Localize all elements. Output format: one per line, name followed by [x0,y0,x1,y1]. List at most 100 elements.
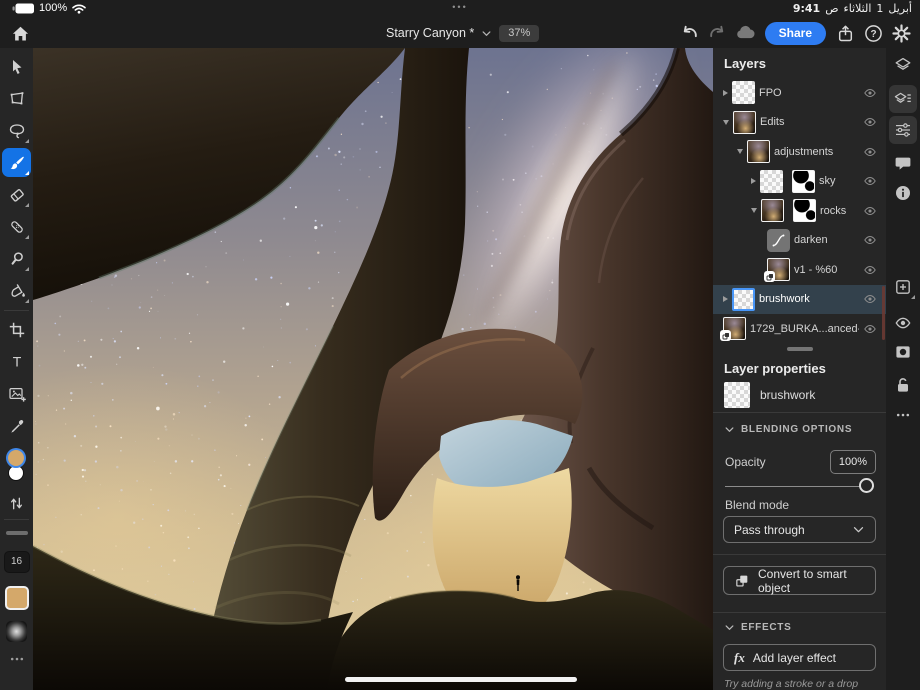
layer-visibility-toggle[interactable] [863,115,877,129]
layer-row[interactable]: rocks [713,196,886,226]
layer-mask-icon[interactable] [889,338,917,366]
layer-visibility-toggle[interactable] [863,263,877,277]
settings-button[interactable] [889,21,914,45]
lock-icon[interactable] [889,371,917,399]
opacity-slider[interactable] [725,478,874,494]
layer-visibility-toggle[interactable] [863,204,877,218]
layers-view-icon[interactable] [889,51,917,79]
info-icon[interactable] [889,179,917,207]
panel-drag-handle[interactable] [786,347,813,351]
disclosure-triangle[interactable] [723,119,729,125]
move-tool[interactable] [0,51,33,83]
document-header[interactable]: Starry Canyon * 37% [386,21,540,45]
canvas-image[interactable] [33,48,713,690]
disclosure-triangle[interactable] [723,89,728,96]
document-title[interactable]: Starry Canyon * [386,26,474,40]
layer-visibility-toggle[interactable] [863,322,877,336]
background-color-swatch[interactable] [8,465,24,481]
layer-row[interactable]: sky [713,167,886,197]
layer-row[interactable]: v1 - %60 [713,255,886,285]
more-options-icon[interactable] [889,401,917,429]
layer-thumbnail[interactable] [747,140,770,164]
layer-thumbnail[interactable] [761,199,784,223]
disclosure-triangle[interactable] [751,178,756,185]
scrollbar[interactable] [882,286,885,340]
foreground-color-swatch[interactable] [8,450,24,466]
layer-thumbnail[interactable] [733,110,756,134]
opacity-value[interactable]: 100% [830,450,876,474]
layer-thumbnail[interactable] [732,81,755,105]
brush-tool[interactable] [0,147,33,179]
layer-thumbnail[interactable] [764,258,790,283]
slider-knob[interactable] [859,478,874,493]
layer-visibility-toggle[interactable] [863,292,877,306]
disclosure-triangle[interactable] [737,149,743,155]
slider-track[interactable] [725,485,874,487]
home-indicator[interactable] [345,677,577,682]
layer-thumbnail[interactable] [720,317,746,342]
canvas-area[interactable] [33,48,713,690]
layer-name[interactable]: 1729_BURKA...anced-NR33 [750,323,859,335]
zoom-level-badge[interactable]: 37% [499,24,540,42]
layer-name[interactable]: Edits [760,116,859,128]
properties-view-icon[interactable] [889,116,917,144]
place-photo-tool[interactable] [0,378,33,410]
help-button[interactable]: ? [861,21,886,45]
disclosure-triangle[interactable] [751,208,757,214]
color-swatches[interactable] [0,448,33,490]
disclosure-triangle[interactable] [723,296,728,303]
type-tool[interactable]: T [0,346,33,378]
layer-name[interactable]: brushwork [759,293,859,305]
multitask-dots[interactable]: ••• [0,2,920,12]
layer-row[interactable]: darken [713,226,886,256]
add-layer-effect-button[interactable]: fx Add layer effect [723,644,876,671]
eyedropper-tool[interactable] [0,410,33,442]
layer-name[interactable]: v1 - %60 [794,264,859,276]
layer-mask-thumbnail[interactable] [792,169,815,193]
layer-row[interactable]: 1729_BURKA...anced-NR33 [713,314,886,344]
comments-icon[interactable] [889,149,917,177]
convert-to-smart-object-button[interactable]: Convert to smart object [723,566,876,595]
effects-header[interactable]: EFFECTS [724,622,791,633]
layer-thumbnail[interactable] [732,287,755,311]
redo-button[interactable] [705,21,730,45]
layer-visibility-toggle[interactable] [863,145,877,159]
home-button[interactable] [8,21,32,45]
tool-options-more-icon[interactable] [9,651,25,667]
lasso-select-tool[interactable] [0,115,33,147]
brush-preview[interactable] [6,620,27,642]
layer-detail-view-icon[interactable] [889,85,917,113]
eraser-tool[interactable] [0,179,33,211]
fill-tool[interactable] [0,275,33,307]
share-button[interactable]: Share [764,21,826,45]
layer-visibility-icon[interactable] [889,309,917,337]
layer-row[interactable]: brushwork [713,284,886,314]
export-button[interactable] [833,21,858,45]
layer-visibility-toggle[interactable] [863,86,877,100]
healing-brush-tool[interactable] [0,211,33,243]
layer-visibility-toggle[interactable] [863,174,877,188]
layer-row[interactable]: FPO [713,78,886,108]
layer-name[interactable]: rocks [820,205,859,217]
transform-tool[interactable] [0,83,33,115]
blend-mode-dropdown[interactable]: Pass through [723,516,876,543]
layer-name[interactable]: adjustments [774,146,859,158]
layer-row[interactable]: Edits [713,108,886,138]
dodge-tool[interactable] [0,243,33,275]
layer-thumbnail[interactable] [760,169,783,193]
brush-size-indicator[interactable]: 16 [3,550,30,573]
crop-tool[interactable] [0,314,33,346]
layer-name[interactable]: darken [794,234,859,246]
layer-name[interactable]: FPO [759,87,859,99]
options-drag-handle[interactable] [5,531,28,535]
undo-button[interactable] [677,21,702,45]
cloud-sync-icon[interactable] [733,21,758,45]
layer-visibility-toggle[interactable] [863,233,877,247]
layer-row[interactable]: adjustments [713,137,886,167]
blending-options-header[interactable]: BLENDING OPTIONS [724,424,852,435]
brush-color-chip[interactable] [4,585,29,610]
swap-colors-icon[interactable] [0,490,33,516]
layer-mask-thumbnail[interactable] [793,199,816,223]
layer-name[interactable]: sky [819,175,859,187]
add-layer-icon[interactable] [889,273,917,301]
